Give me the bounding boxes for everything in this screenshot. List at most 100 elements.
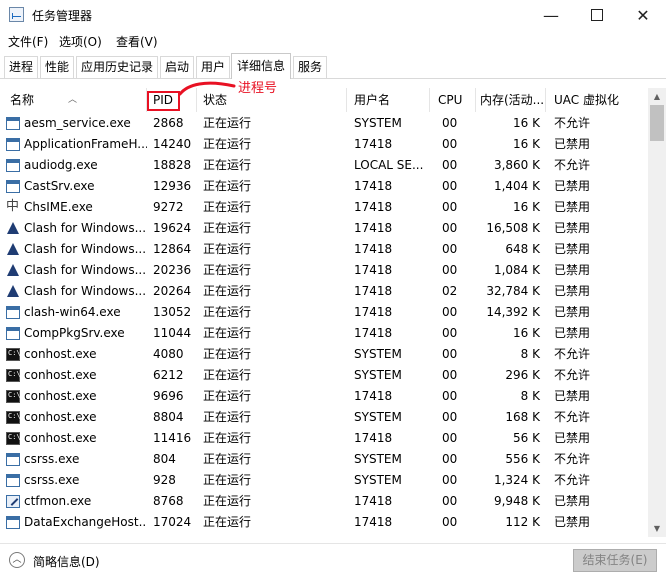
process-cpu: 00 [442, 326, 458, 340]
process-username: SYSTEM [354, 410, 402, 424]
table-row[interactable]: conhost.exe 9696 正在运行 17418 00 8 K 已禁用 [0, 385, 648, 407]
process-memory: 1,084 K [493, 263, 540, 277]
process-pid: 20264 [153, 284, 192, 298]
tab-processes[interactable]: 进程 [4, 56, 38, 78]
pid-highlight-box [147, 91, 180, 111]
table-row[interactable]: csrss.exe 928 正在运行 SYSTEM 00 1,324 K 不允许 [0, 470, 648, 491]
process-status: 正在运行 [203, 200, 252, 214]
process-cpu: 00 [442, 221, 458, 235]
process-pid: 12936 [153, 179, 192, 193]
window-title: 任务管理器 [32, 9, 93, 23]
table-row[interactable]: conhost.exe 4080 正在运行 SYSTEM 00 8 K 不允许 [0, 343, 648, 365]
process-uac: 不允许 [554, 473, 591, 487]
process-uac: 不允许 [554, 368, 591, 382]
scroll-up-icon[interactable]: ▲ [648, 88, 666, 105]
column-username-label: 用户名 [354, 93, 391, 107]
column-cpu[interactable]: CPU [430, 88, 476, 112]
process-memory: 168 K [505, 410, 540, 424]
process-pid: 11416 [153, 431, 192, 445]
process-name: Clash for Windows... [24, 242, 147, 256]
process-uac: 已禁用 [554, 221, 591, 235]
process-status: 正在运行 [203, 347, 252, 361]
process-cpu: 00 [442, 473, 458, 487]
process-pid: 9272 [153, 200, 184, 214]
process-username: 17418 [354, 494, 393, 508]
table-row[interactable]: CompPkgSrv.exe 11044 正在运行 17418 00 16 K 已禁用 [0, 323, 648, 344]
table-row[interactable]: Clash for Windows... 20264 正在运行 17418 02 32,7… [0, 281, 648, 302]
process-name: aesm_service.exe [24, 116, 131, 130]
table-row[interactable]: Clash for Windows... 12864 正在运行 17418 00 648 … [0, 239, 648, 260]
table-row[interactable]: clash-win64.exe 13052 正在运行 17418 00 14,392 K 已… [0, 302, 648, 323]
column-name[interactable]: 名称 ︿ [0, 88, 147, 112]
process-username: SYSTEM [354, 368, 402, 382]
chevron-up-icon[interactable]: ︿ [9, 552, 25, 568]
table-row[interactable]: DataExchangeHost... 17024 正在运行 17418 00 112 K… [0, 512, 648, 533]
table-row[interactable]: ApplicationFrameH... 14240 正在运行 17418 00 16 K… [0, 134, 648, 155]
tab-app-history[interactable]: 应用历史记录 [76, 56, 158, 78]
column-status[interactable]: 状态 [197, 88, 347, 112]
process-uac: 不允许 [554, 158, 591, 172]
process-memory: 16 K [513, 326, 540, 340]
table-row[interactable]: aesm_service.exe 2868 正在运行 SYSTEM 00 16 K 不允许 [0, 113, 648, 134]
process-cpu: 00 [442, 431, 458, 445]
process-memory: 32,784 K [486, 284, 540, 298]
process-name: ctfmon.exe [24, 494, 92, 508]
tab-details[interactable]: 详细信息 [231, 53, 291, 79]
minimize-button[interactable]: — [529, 0, 573, 30]
tab-startup[interactable]: 启动 [160, 56, 194, 78]
menu-view[interactable]: 查看(V) [116, 33, 158, 50]
column-username[interactable]: 用户名 [347, 88, 430, 112]
process-username: 17418 [354, 389, 393, 403]
menu-file[interactable]: 文件(F) [8, 33, 48, 50]
vertical-scrollbar[interactable]: ▲ ▼ [648, 88, 666, 537]
process-name: Clash for Windows... [24, 221, 147, 235]
process-memory: 112 K [505, 515, 540, 529]
table-row[interactable]: conhost.exe 8804 正在运行 SYSTEM 00 168 K 不允许 [0, 406, 648, 428]
tab-strip: 进程 性能 应用历史记录 启动 用户 详细信息 服务 [0, 52, 666, 79]
title-bar[interactable]: 任务管理器 — ✕ [0, 0, 666, 30]
table-row[interactable]: conhost.exe 6212 正在运行 SYSTEM 00 296 K 不允许 [0, 364, 648, 386]
table-row[interactable]: csrss.exe 804 正在运行 SYSTEM 00 556 K 不允许 [0, 449, 648, 470]
close-button[interactable]: ✕ [621, 0, 665, 30]
tab-performance[interactable]: 性能 [40, 56, 74, 78]
table-row[interactable]: audiodg.exe 18828 正在运行 LOCAL SE... 00 3,860 K… [0, 155, 648, 176]
process-username: 17418 [354, 221, 393, 235]
process-username: 17418 [354, 305, 393, 319]
process-memory: 9,948 K [493, 494, 540, 508]
process-pid: 13052 [153, 305, 192, 319]
process-cpu: 00 [442, 452, 458, 466]
table-row[interactable]: conhost.exe 11416 正在运行 17418 00 56 K 已禁用 [0, 427, 648, 449]
process-pid: 8768 [153, 494, 184, 508]
process-cpu: 00 [442, 494, 458, 508]
process-name: clash-win64.exe [24, 305, 121, 319]
process-status: 正在运行 [203, 221, 252, 235]
fewer-details-link[interactable]: 简略信息(D) [33, 553, 100, 570]
column-memory[interactable]: 内存(活动... [476, 88, 546, 112]
column-uac[interactable]: UAC 虚拟化 [546, 88, 648, 112]
scroll-down-icon[interactable]: ▼ [648, 520, 666, 537]
scroll-thumb[interactable] [650, 105, 664, 141]
end-task-button[interactable]: 结束任务(E) [573, 549, 657, 572]
tab-services[interactable]: 服务 [293, 56, 327, 78]
menu-options[interactable]: 选项(O) [59, 33, 102, 50]
process-uac: 已禁用 [554, 200, 591, 214]
table-row[interactable]: ctfmon.exe 8768 正在运行 17418 00 9,948 K 已禁用 [0, 491, 648, 512]
process-username: 17418 [354, 137, 393, 151]
process-status: 正在运行 [203, 179, 252, 193]
column-status-label: 状态 [203, 93, 228, 107]
table-row[interactable]: Clash for Windows... 19624 正在运行 17418 00 16,5… [0, 218, 648, 239]
process-status: 正在运行 [203, 305, 252, 319]
process-name: conhost.exe [24, 389, 97, 403]
process-memory: 1,324 K [493, 473, 540, 487]
table-row[interactable]: CastSrv.exe 12936 正在运行 17418 00 1,404 K 已禁用 [0, 176, 648, 197]
process-memory: 8 K [520, 347, 540, 361]
tab-users[interactable]: 用户 [196, 56, 230, 78]
process-pid: 12864 [153, 242, 192, 256]
process-username: 17418 [354, 284, 393, 298]
table-row[interactable]: 中 ChsIME.exe 9272 正在运行 17418 00 16 K 已禁用 [0, 197, 648, 218]
table-row[interactable]: Clash for Windows... 20236 正在运行 17418 00 1,08… [0, 260, 648, 281]
process-cpu: 00 [442, 515, 458, 529]
process-uac: 已禁用 [554, 263, 591, 277]
maximize-button[interactable] [575, 0, 619, 30]
process-pid: 20236 [153, 263, 192, 277]
